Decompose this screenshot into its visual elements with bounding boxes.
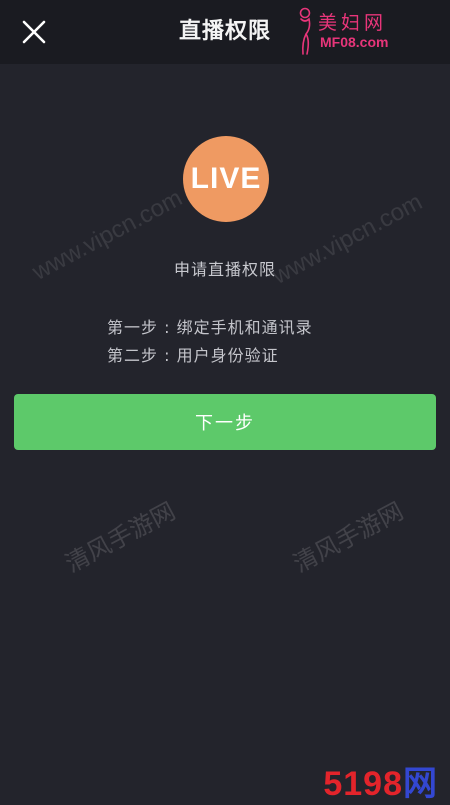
logo-text-en: MF08.com: [320, 34, 389, 50]
step-item: 第一步 : 绑定手机和通讯录: [107, 318, 313, 337]
next-step-label: 下一步: [195, 413, 255, 434]
live-badge-label: LIVE: [190, 162, 262, 195]
top-bar: 直播权限 美妇网 MF08.com: [0, 0, 450, 64]
apply-title: 申请直播权限: [173, 260, 276, 279]
woman-silhouette-icon: [299, 7, 311, 55]
watermark-text: 清风手游网: [61, 497, 180, 579]
site-logo: 美妇网 MF08.com: [292, 6, 442, 56]
corner-watermark-digits: 5198: [323, 765, 403, 803]
next-step-button[interactable]: 下一步: [14, 394, 436, 450]
corner-watermark: 5198网: [323, 756, 438, 805]
corner-watermark-cn: 网: [403, 765, 438, 803]
watermark-text: 清风手游网: [289, 497, 408, 579]
steps-list: 第一步 : 绑定手机和通讯录 第二步 : 用户身份验证: [107, 314, 407, 370]
logo-text-cn: 美妇网: [318, 12, 388, 34]
step-item: 第二步 : 用户身份验证: [107, 346, 279, 365]
live-badge: LIVE: [183, 136, 269, 222]
